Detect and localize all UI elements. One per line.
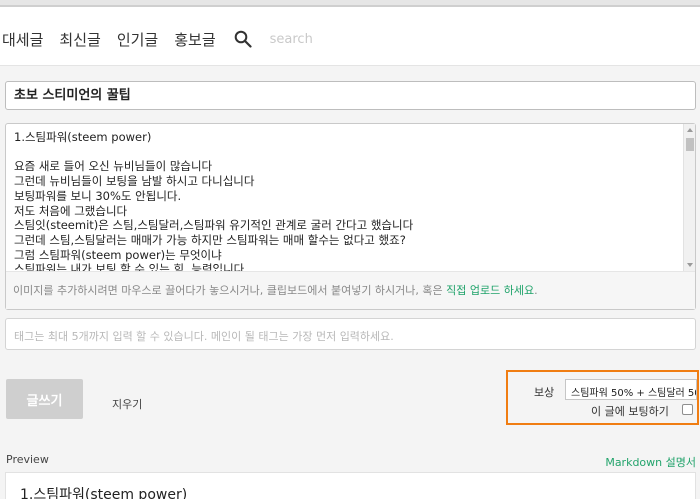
editor-scrollbar[interactable]	[683, 124, 695, 271]
dropzone-end: .	[534, 284, 538, 297]
tags-input[interactable]: 태그는 최대 5개까지 입력 할 수 있습니다. 메인이 될 태그는 가장 먼저…	[5, 318, 696, 350]
nav-item-new[interactable]: 최신글	[59, 29, 100, 50]
scroll-thumb[interactable]	[686, 138, 694, 151]
top-nav-bar: 대세글 최신글 인기글 홍보글 search	[0, 0, 700, 66]
scroll-down-icon[interactable]	[687, 263, 693, 267]
title-input[interactable]: 초보 스티미언의 꿀팁	[5, 81, 696, 110]
preview-pane: 1.스팀파워(steem power)	[5, 472, 696, 499]
reward-options-highlight: 보상 스팀파워 50% + 스팀달러 50% 이 글에 보팅하기	[506, 370, 699, 425]
search-icon[interactable]	[234, 30, 252, 48]
nav-item-promoted[interactable]: 홍보글	[174, 29, 215, 50]
clear-button[interactable]: 지우기	[112, 396, 142, 412]
main-nav: 대세글 최신글 인기글 홍보글 search	[0, 29, 313, 50]
post-button[interactable]: 글쓰기	[6, 379, 83, 419]
body-textarea[interactable]: 1.스팀파워(steem power) 요즘 새로 들어 오신 뉴비님들이 많습…	[6, 124, 686, 271]
upload-link[interactable]: 직접 업로드 하세요	[446, 284, 534, 297]
nav-item-hot[interactable]: 인기글	[117, 29, 158, 50]
top-divider	[0, 5, 700, 7]
scroll-up-icon[interactable]	[687, 128, 693, 132]
image-dropzone[interactable]: 이미지를 추가하시려면 마우스로 끌어다가 놓으시거나, 클립보드에서 붙여넣기…	[6, 271, 695, 309]
nav-item-trending[interactable]: 대세글	[2, 29, 43, 50]
search-input[interactable]: search	[270, 32, 313, 47]
preview-label: Preview	[6, 453, 49, 466]
markdown-guide-link[interactable]: Markdown 설명서	[605, 454, 696, 470]
self-vote-label: 이 글에 보팅하기	[591, 405, 669, 418]
reward-label: 보상	[534, 386, 555, 399]
preview-heading: 1.스팀파워(steem power)	[20, 487, 188, 499]
dropzone-text: 이미지를 추가하시려면 마우스로 끌어다가 놓으시거나, 클립보드에서 붙여넣기…	[13, 284, 447, 297]
body-editor: 1.스팀파워(steem power) 요즘 새로 들어 오신 뉴비님들이 많습…	[5, 123, 696, 310]
reward-select[interactable]: 스팀파워 50% + 스팀달러 50%	[565, 379, 697, 400]
self-vote-checkbox[interactable]	[682, 404, 693, 415]
